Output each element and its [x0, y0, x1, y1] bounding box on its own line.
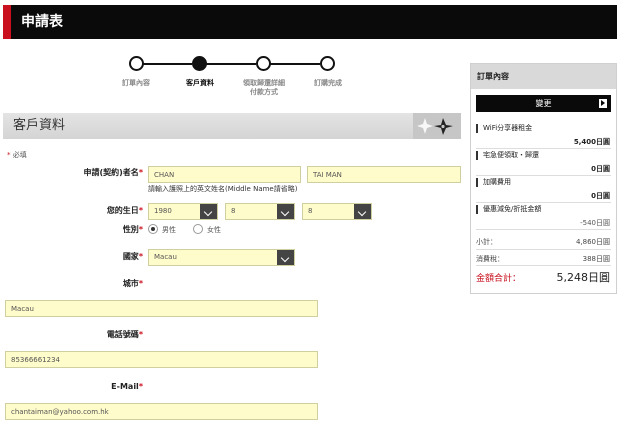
order-summary-panel: 訂單內容 變更 WiFi分享器租金 5,400日圓 宅急便領取・歸還 0日圓 加… — [470, 63, 617, 294]
dob-label: 您的生日* — [106, 206, 143, 215]
divider — [476, 265, 611, 266]
name-label: 申請(契約)者名* — [83, 168, 144, 177]
shuriken-icon — [417, 118, 453, 135]
dob-year-select[interactable]: 1980 — [148, 203, 218, 220]
dob-day-select[interactable]: 8 — [302, 203, 372, 220]
order-item-value: 0日圓 — [591, 192, 610, 200]
change-order-button[interactable]: 變更 — [476, 95, 611, 112]
gender-male-label[interactable]: 男性 — [162, 225, 176, 235]
gender-label: 性別* — [122, 225, 143, 234]
section-header: 客戶資料 — [3, 113, 461, 139]
country-select[interactable]: Macau — [148, 249, 295, 266]
dob-month-select[interactable]: 8 — [225, 203, 295, 220]
subtotal-value: 4,860日圓 — [575, 238, 610, 246]
gender-female-radio[interactable] — [193, 224, 203, 234]
arrow-right-icon — [599, 99, 607, 108]
order-item-value: -540日圓 — [580, 219, 610, 227]
total-value: 5,248日圓 — [556, 271, 611, 284]
phone-input[interactable]: 85366661234 — [5, 351, 318, 368]
tax-value: 388日圓 — [582, 255, 610, 263]
email-label: E-Mail* — [111, 382, 143, 391]
step-2-dot — [192, 56, 207, 71]
divider — [476, 148, 611, 149]
step-connector — [270, 63, 320, 65]
order-item-label: 優惠減免/折抵金額 — [476, 205, 541, 214]
order-summary-title: 訂單內容 — [471, 64, 616, 89]
shuriken-decoration — [413, 113, 461, 139]
order-item-value: 5,400日圓 — [573, 138, 610, 146]
step-4-dot — [320, 56, 335, 71]
step-1-dot — [129, 56, 144, 71]
section-title: 客戶資料 — [13, 118, 66, 133]
page-title: 申請表 — [21, 14, 63, 30]
step-connector — [206, 63, 256, 65]
page-header: 申請表 — [3, 5, 617, 39]
step-connector — [143, 63, 192, 65]
order-item-label: 加購費用 — [476, 178, 511, 187]
subtotal-label: 小計： — [476, 238, 497, 246]
gender-female-label[interactable]: 女性 — [207, 225, 221, 235]
total-label: 金額合計： — [476, 274, 522, 284]
order-item-value: 0日圓 — [591, 165, 610, 173]
divider — [476, 202, 611, 203]
divider — [476, 175, 611, 176]
city-label: 城市* — [122, 279, 143, 288]
order-item-label: WiFi分享器租金 — [476, 124, 532, 133]
city-input[interactable]: Macau — [5, 300, 318, 317]
name-hint: 請輸入護照上的英文姓名(Middle Name請省略) — [148, 185, 298, 193]
first-name-input[interactable]: TAI MAN — [307, 166, 461, 183]
divider — [476, 229, 611, 230]
country-label: 國家* — [122, 252, 143, 261]
divider — [476, 249, 611, 250]
chevron-down-icon — [277, 204, 294, 219]
phone-label: 電話號碼* — [106, 330, 143, 339]
chevron-down-icon — [277, 250, 294, 265]
step-3-dot — [256, 56, 271, 71]
order-item-label: 宅急便領取・歸還 — [476, 151, 539, 160]
gender-male-radio[interactable] — [148, 224, 158, 234]
last-name-input[interactable]: CHAN — [148, 166, 301, 183]
header-accent-bar — [3, 5, 11, 39]
tax-label: 消費稅： — [476, 255, 504, 263]
step-4-label: 訂購完成 — [314, 79, 342, 87]
email-input[interactable]: chantaiman@yahoo.com.hk — [5, 403, 318, 420]
required-note: * 必填 — [7, 151, 27, 159]
chevron-down-icon — [354, 204, 371, 219]
chevron-down-icon — [200, 204, 217, 219]
